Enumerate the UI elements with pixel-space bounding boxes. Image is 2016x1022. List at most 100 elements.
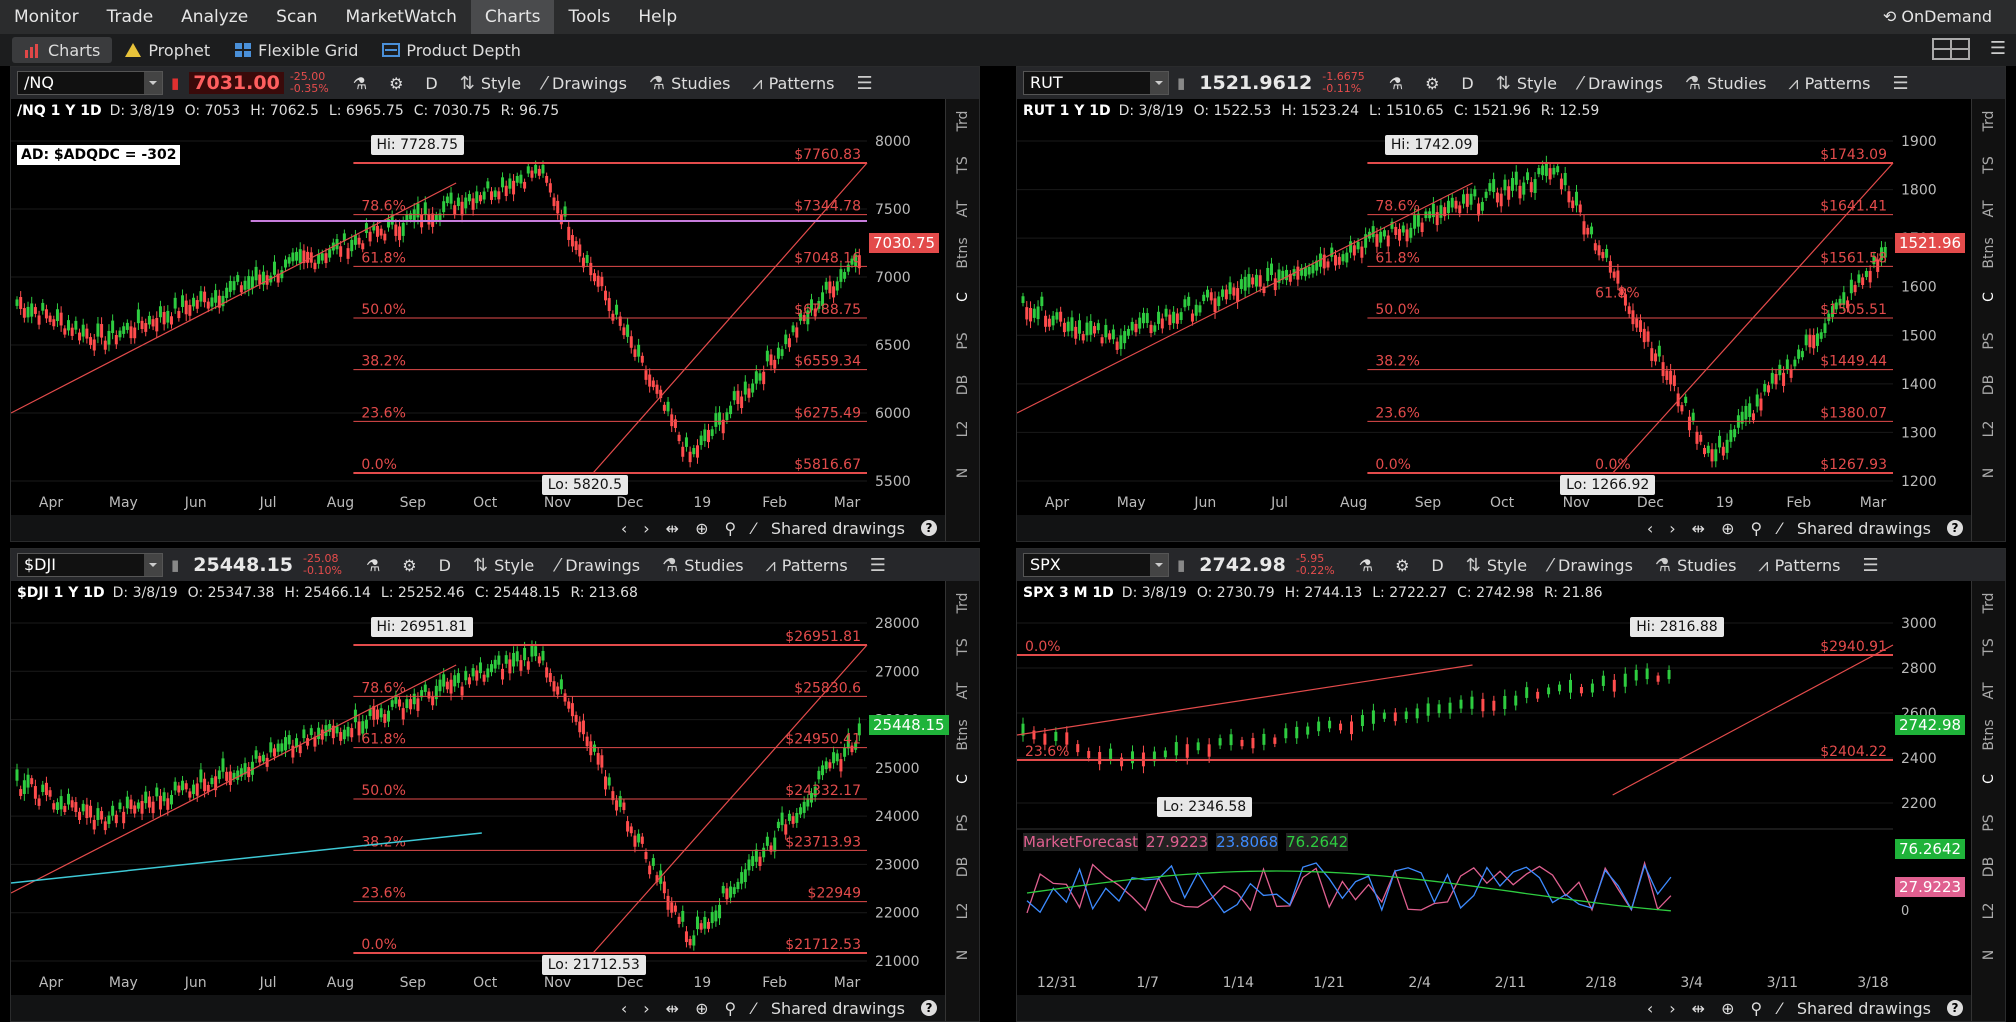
aggregation-button[interactable]: D	[1431, 556, 1443, 575]
side-button-trd[interactable]: Trd	[1967, 586, 2011, 620]
drawing-line-icon[interactable]: ⁄	[1778, 999, 1781, 1018]
pan-icon[interactable]: ⇹	[1692, 999, 1705, 1018]
scroll-left-icon[interactable]: ‹	[1647, 519, 1653, 538]
zoom-icon[interactable]: ⚲	[724, 999, 736, 1018]
flask-icon[interactable]: ⚗	[1389, 74, 1403, 93]
drawings-button[interactable]: ⁄ Drawings	[556, 555, 640, 576]
side-button-at[interactable]: AT	[941, 192, 985, 226]
side-button-l2[interactable]: L2	[941, 412, 985, 446]
subtab-product-depth[interactable]: Product Depth	[370, 37, 533, 63]
side-button-ts[interactable]: TS	[1967, 630, 2011, 664]
style-button[interactable]: ⇅ Style	[1496, 73, 1557, 94]
symbol-input[interactable]: SPX	[1023, 553, 1169, 577]
side-button-ts[interactable]: TS	[941, 630, 985, 664]
price-plot[interactable]: 8000 7500 7000 6500 6000 5500 Apr May Jun Jul Aug S…	[11, 123, 947, 517]
side-button-ts[interactable]: TS	[1967, 148, 2011, 182]
zoom-icon[interactable]: ⚲	[1750, 999, 1762, 1018]
flask-icon[interactable]: ⚗	[353, 74, 367, 93]
pan-icon[interactable]: ⇹	[1692, 519, 1705, 538]
shared-drawings-label[interactable]: Shared drawings	[1797, 999, 1931, 1018]
scroll-right-icon[interactable]: ›	[1669, 999, 1675, 1018]
link-icon[interactable]: ▮	[1177, 74, 1185, 92]
side-button-at[interactable]: AT	[941, 674, 985, 708]
side-button-ps[interactable]: PS	[1967, 806, 2011, 840]
link-icon[interactable]: ▮	[171, 556, 179, 574]
side-button-btns[interactable]: Btns	[1967, 236, 2011, 270]
drawing-line-icon[interactable]: ⁄	[752, 519, 755, 538]
studies-button[interactable]: ⚗ Studies	[662, 555, 744, 576]
symbol-input[interactable]: /NQ	[17, 71, 163, 95]
drawings-button[interactable]: ⁄ Drawings	[1549, 555, 1633, 576]
symbol-dropdown-arrow[interactable]	[1150, 554, 1168, 576]
crosshair-icon[interactable]: ⊕	[695, 519, 708, 538]
scroll-left-icon[interactable]: ‹	[1647, 999, 1653, 1018]
trendline[interactable]	[11, 182, 457, 414]
side-button-trd[interactable]: Trd	[1967, 104, 2011, 138]
menu-monitor[interactable]: Monitor	[0, 0, 93, 34]
aggregation-button[interactable]: D	[1461, 74, 1473, 93]
scroll-left-icon[interactable]: ‹	[621, 519, 627, 538]
side-button-at[interactable]: AT	[1967, 192, 2011, 226]
ondemand-button[interactable]: ⟲ OnDemand	[1883, 0, 1992, 34]
patterns-button[interactable]: ⩘ Patterns	[1758, 555, 1840, 576]
scroll-right-icon[interactable]: ›	[643, 999, 649, 1018]
symbol-dropdown-arrow[interactable]	[144, 554, 162, 576]
side-button-at[interactable]: AT	[1967, 674, 2011, 708]
shared-drawings-label[interactable]: Shared drawings	[1797, 519, 1931, 538]
menu-charts[interactable]: Charts	[470, 0, 555, 34]
side-button-db[interactable]: DB	[941, 368, 985, 402]
price-plot[interactable]: 2800027000260002500024000230002200021000…	[11, 605, 947, 997]
grid-layout-icon[interactable]	[1931, 38, 1970, 60]
side-button-db[interactable]: DB	[1967, 368, 2011, 402]
gear-icon[interactable]: ⚙	[1425, 74, 1439, 93]
gear-icon[interactable]: ⚙	[389, 74, 403, 93]
panel-menu-icon[interactable]: ☰	[870, 555, 886, 576]
help-icon[interactable]: ?	[921, 520, 937, 536]
shared-drawings-label[interactable]: Shared drawings	[771, 999, 905, 1018]
menu-analyze[interactable]: Analyze	[167, 0, 262, 34]
price-plot[interactable]: 19001800170016001500140013001200AprMayJu…	[1017, 123, 1973, 517]
side-button-btns[interactable]: Btns	[1967, 718, 2011, 752]
panel-menu-icon[interactable]: ☰	[856, 73, 872, 94]
aggregation-button[interactable]: D	[425, 74, 437, 93]
panel-menu-icon[interactable]: ☰	[1862, 555, 1878, 576]
side-button-ps[interactable]: PS	[1967, 324, 2011, 358]
help-icon[interactable]: ?	[921, 1000, 937, 1016]
studies-button[interactable]: ⚗ Studies	[1685, 73, 1767, 94]
flask-icon[interactable]: ⚗	[366, 556, 380, 575]
side-button-db[interactable]: DB	[941, 850, 985, 884]
patterns-button[interactable]: ⩘ Patterns	[752, 73, 834, 94]
style-button[interactable]: ⇅ Style	[1466, 555, 1527, 576]
patterns-button[interactable]: ⩘ Patterns	[766, 555, 848, 576]
menu-trade[interactable]: Trade	[93, 0, 168, 34]
side-button-c[interactable]: C	[1967, 762, 2011, 796]
scroll-left-icon[interactable]: ‹	[621, 999, 627, 1018]
menu-lines-icon[interactable]: ☰	[1990, 38, 2006, 60]
help-icon[interactable]: ?	[1947, 1000, 1963, 1016]
menu-scan[interactable]: Scan	[262, 0, 331, 34]
side-button-ps[interactable]: PS	[941, 324, 985, 358]
pan-icon[interactable]: ⇹	[666, 519, 679, 538]
trendline-cyan[interactable]	[11, 832, 482, 884]
style-button[interactable]: ⇅ Style	[460, 73, 521, 94]
symbol-input[interactable]: RUT	[1023, 71, 1169, 95]
side-button-n[interactable]: N	[1967, 456, 2011, 490]
side-button-l2[interactable]: L2	[941, 894, 985, 928]
flask-icon[interactable]: ⚗	[1359, 556, 1373, 575]
crosshair-icon[interactable]: ⊕	[1721, 519, 1734, 538]
side-button-db[interactable]: DB	[1967, 850, 2011, 884]
gear-icon[interactable]: ⚙	[402, 556, 416, 575]
side-button-ts[interactable]: TS	[941, 148, 985, 182]
aggregation-button[interactable]: D	[439, 556, 451, 575]
studies-button[interactable]: ⚗ Studies	[649, 73, 731, 94]
scroll-right-icon[interactable]: ›	[1669, 519, 1675, 538]
symbol-input[interactable]: $DJI	[17, 553, 163, 577]
trendline[interactable]	[1017, 182, 1473, 414]
symbol-dropdown-arrow[interactable]	[144, 72, 162, 94]
side-button-ps[interactable]: PS	[941, 806, 985, 840]
subtab-charts[interactable]: Charts	[12, 37, 113, 63]
drawings-button[interactable]: ⁄ Drawings	[543, 73, 627, 94]
studies-button[interactable]: ⚗ Studies	[1655, 555, 1737, 576]
side-button-c[interactable]: C	[941, 762, 985, 796]
panel-menu-icon[interactable]: ☰	[1892, 73, 1908, 94]
